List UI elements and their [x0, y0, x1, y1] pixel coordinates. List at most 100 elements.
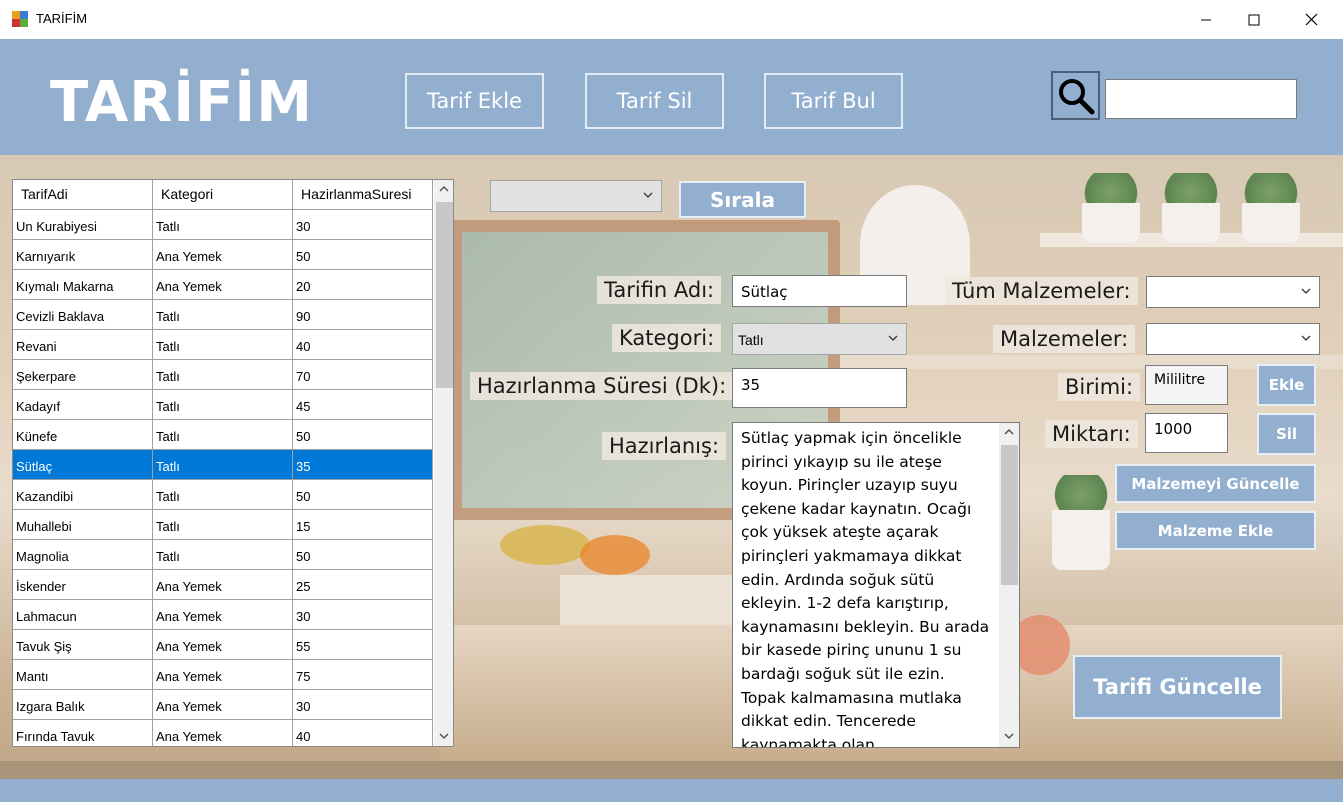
- table-cell[interactable]: 15: [293, 510, 433, 539]
- table-cell[interactable]: Tatlı: [153, 450, 293, 479]
- table-cell[interactable]: Magnolia: [13, 540, 153, 569]
- table-cell[interactable]: Tatlı: [153, 390, 293, 419]
- column-header-hazirlanmasuresi[interactable]: HazirlanmaSuresi: [293, 180, 433, 209]
- scroll-thumb[interactable]: [1001, 445, 1018, 585]
- table-cell[interactable]: Tatlı: [153, 480, 293, 509]
- table-cell[interactable]: Tatlı: [153, 300, 293, 329]
- update-recipe-button[interactable]: Tarifi Güncelle: [1073, 655, 1282, 719]
- all-ingredients-dropdown[interactable]: [1146, 276, 1320, 308]
- table-cell[interactable]: 75: [293, 660, 433, 689]
- sort-button[interactable]: Sırala: [679, 181, 806, 218]
- table-cell[interactable]: 70: [293, 360, 433, 389]
- table-row[interactable]: Magnolia Tatlı 50: [13, 540, 433, 570]
- table-cell[interactable]: Tavuk Şiş: [13, 630, 153, 659]
- find-recipe-button[interactable]: Tarif Bul: [764, 73, 903, 129]
- table-cell[interactable]: Lahmacun: [13, 600, 153, 629]
- table-cell[interactable]: Karnıyarık: [13, 240, 153, 269]
- delete-ingredient-button[interactable]: Sil: [1257, 413, 1316, 455]
- table-cell[interactable]: Şekerpare: [13, 360, 153, 389]
- table-cell[interactable]: Ana Yemek: [153, 570, 293, 599]
- table-row[interactable]: İskender Ana Yemek 25: [13, 570, 433, 600]
- amount-field[interactable]: 1000: [1145, 413, 1228, 453]
- table-row[interactable]: Lahmacun Ana Yemek 30: [13, 600, 433, 630]
- scroll-up-icon[interactable]: [438, 184, 450, 194]
- table-cell[interactable]: Muhallebi: [13, 510, 153, 539]
- table-cell[interactable]: 30: [293, 210, 433, 239]
- table-row[interactable]: Un Kurabiyesi Tatlı 30: [13, 210, 433, 240]
- unit-field[interactable]: Mililitre: [1145, 365, 1228, 405]
- table-cell[interactable]: Fırında Tavuk: [13, 720, 153, 746]
- delete-recipe-button[interactable]: Tarif Sil: [585, 73, 724, 129]
- table-cell[interactable]: Ana Yemek: [153, 630, 293, 659]
- scroll-thumb[interactable]: [436, 202, 453, 388]
- table-cell[interactable]: 45: [293, 390, 433, 419]
- table-cell[interactable]: Ana Yemek: [153, 270, 293, 299]
- table-row[interactable]: Karnıyarık Ana Yemek 50: [13, 240, 433, 270]
- table-cell[interactable]: Tatlı: [153, 360, 293, 389]
- table-row[interactable]: Tavuk Şiş Ana Yemek 55: [13, 630, 433, 660]
- table-row[interactable]: Revani Tatlı 40: [13, 330, 433, 360]
- table-cell[interactable]: Cevizli Baklava: [13, 300, 153, 329]
- table-cell[interactable]: 30: [293, 600, 433, 629]
- table-cell[interactable]: Künefe: [13, 420, 153, 449]
- table-cell[interactable]: Kıymalı Makarna: [13, 270, 153, 299]
- table-cell[interactable]: Sütlaç: [13, 450, 153, 479]
- column-header-tarifadi[interactable]: TarifAdi: [13, 180, 153, 209]
- grid-scrollbar[interactable]: [434, 180, 453, 746]
- table-cell[interactable]: 40: [293, 330, 433, 359]
- table-cell[interactable]: Ana Yemek: [153, 690, 293, 719]
- table-row[interactable]: Fırında Tavuk Ana Yemek 40: [13, 720, 433, 746]
- table-row[interactable]: Mantı Ana Yemek 75: [13, 660, 433, 690]
- table-row[interactable]: Kadayıf Tatlı 45: [13, 390, 433, 420]
- table-row[interactable]: Şekerpare Tatlı 70: [13, 360, 433, 390]
- table-cell[interactable]: 25: [293, 570, 433, 599]
- preparation-scrollbar[interactable]: [999, 423, 1019, 747]
- table-cell[interactable]: Tatlı: [153, 420, 293, 449]
- table-row[interactable]: Künefe Tatlı 50: [13, 420, 433, 450]
- table-cell[interactable]: Revani: [13, 330, 153, 359]
- table-cell[interactable]: 50: [293, 540, 433, 569]
- table-row[interactable]: Kazandibi Tatlı 50: [13, 480, 433, 510]
- table-cell[interactable]: Izgara Balık: [13, 690, 153, 719]
- table-cell[interactable]: 30: [293, 690, 433, 719]
- column-header-kategori[interactable]: Kategori: [153, 180, 293, 209]
- search-button[interactable]: [1051, 71, 1100, 120]
- table-cell[interactable]: Mantı: [13, 660, 153, 689]
- table-cell[interactable]: Tatlı: [153, 210, 293, 239]
- table-cell[interactable]: 50: [293, 420, 433, 449]
- recipe-grid[interactable]: TarifAdi Kategori HazirlanmaSuresi Un Ku…: [12, 179, 454, 747]
- add-recipe-button[interactable]: Tarif Ekle: [405, 73, 544, 129]
- preparation-textarea[interactable]: Sütlaç yapmak için öncelikle pirinci yık…: [732, 422, 1020, 748]
- table-cell[interactable]: Ana Yemek: [153, 240, 293, 269]
- table-cell[interactable]: Tatlı: [153, 540, 293, 569]
- table-cell[interactable]: 50: [293, 480, 433, 509]
- table-row[interactable]: Muhallebi Tatlı 15: [13, 510, 433, 540]
- table-row[interactable]: Sütlaç Tatlı 35: [13, 450, 433, 480]
- scroll-down-icon[interactable]: [1003, 731, 1015, 741]
- update-ingredient-button[interactable]: Malzemeyi Güncelle: [1115, 464, 1316, 503]
- close-button[interactable]: [1288, 0, 1334, 39]
- table-cell[interactable]: 40: [293, 720, 433, 746]
- table-cell[interactable]: 55: [293, 630, 433, 659]
- table-cell[interactable]: Kadayıf: [13, 390, 153, 419]
- table-cell[interactable]: İskender: [13, 570, 153, 599]
- table-cell[interactable]: Ana Yemek: [153, 600, 293, 629]
- table-cell[interactable]: 50: [293, 240, 433, 269]
- add-ingredient-button[interactable]: Ekle: [1257, 364, 1316, 406]
- category-dropdown[interactable]: Tatlı: [732, 323, 907, 355]
- scroll-down-icon[interactable]: [438, 731, 450, 741]
- sort-dropdown[interactable]: [490, 180, 662, 212]
- table-cell[interactable]: Ana Yemek: [153, 720, 293, 746]
- table-cell[interactable]: Tatlı: [153, 330, 293, 359]
- table-cell[interactable]: Ana Yemek: [153, 660, 293, 689]
- table-cell[interactable]: Un Kurabiyesi: [13, 210, 153, 239]
- table-cell[interactable]: 20: [293, 270, 433, 299]
- table-row[interactable]: Kıymalı Makarna Ana Yemek 20: [13, 270, 433, 300]
- scroll-up-icon[interactable]: [1003, 427, 1015, 437]
- table-cell[interactable]: Tatlı: [153, 510, 293, 539]
- new-ingredient-button[interactable]: Malzeme Ekle: [1115, 511, 1316, 550]
- search-input[interactable]: [1105, 79, 1297, 119]
- maximize-button[interactable]: [1231, 0, 1277, 39]
- ingredients-dropdown[interactable]: [1146, 323, 1320, 355]
- minimize-button[interactable]: [1183, 0, 1229, 39]
